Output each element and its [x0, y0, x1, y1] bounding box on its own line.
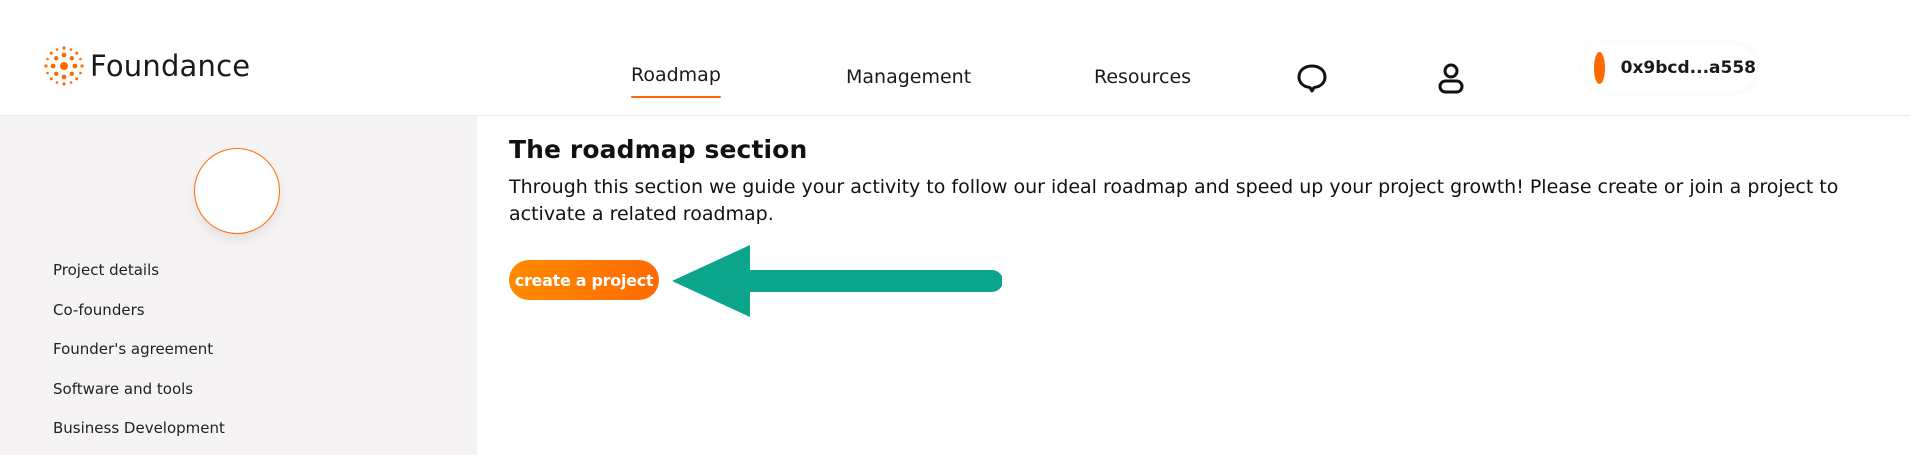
nav-management[interactable]: Management [846, 66, 971, 88]
project-avatar[interactable] [194, 148, 280, 234]
brand-logo[interactable]: Foundance [44, 46, 250, 86]
sidebar-item-project-details[interactable]: Project details [53, 260, 225, 300]
chat-icon[interactable] [1294, 60, 1330, 96]
nav-resources[interactable]: Resources [1094, 66, 1191, 88]
nav-roadmap[interactable]: Roadmap [631, 64, 721, 98]
top-header: Foundance Roadmap Management Resources 0… [0, 0, 1910, 116]
sidebar-item-software-and-tools[interactable]: Software and tools [53, 379, 225, 419]
user-icon[interactable] [1433, 60, 1469, 96]
wallet-avatar [1594, 52, 1605, 84]
sidebar-item-business-development[interactable]: Business Development [53, 418, 225, 455]
page-title: The roadmap section [509, 135, 808, 164]
create-project-button[interactable]: create a project [509, 260, 659, 300]
wallet-address: 0x9bcd...a558 [1620, 58, 1756, 78]
sidebar-menu: Project details Co-founders Founder's ag… [53, 260, 225, 455]
brand-name: Foundance [90, 49, 251, 83]
arrow-pointer-icon [672, 245, 1002, 317]
main-content: The roadmap section Through this section… [509, 135, 1889, 300]
wallet-button[interactable]: 0x9bcd...a558 [1582, 44, 1756, 92]
sidebar-item-co-founders[interactable]: Co-founders [53, 300, 225, 340]
logo-icon [44, 46, 84, 86]
section-description: Through this section we guide your activ… [509, 176, 1839, 225]
sidebar-item-founders-agreement[interactable]: Founder's agreement [53, 339, 225, 379]
sidebar: Project details Co-founders Founder's ag… [0, 116, 477, 455]
